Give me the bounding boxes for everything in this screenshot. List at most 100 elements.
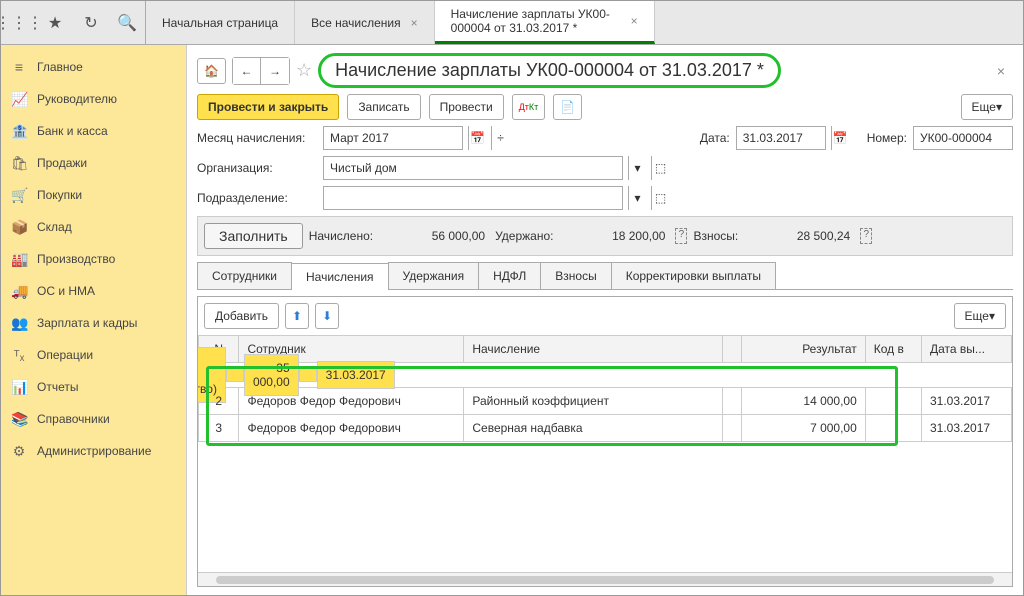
col-date[interactable]: Дата вы... bbox=[922, 336, 1012, 363]
sidebar-label: Продажи bbox=[37, 156, 87, 170]
org-open-icon[interactable]: ⬚ bbox=[651, 156, 669, 180]
org-dropdown-icon[interactable]: ▾ bbox=[628, 156, 646, 180]
cell[interactable] bbox=[299, 368, 317, 382]
home-button[interactable]: 🏠 bbox=[197, 58, 226, 84]
cell[interactable] bbox=[226, 368, 244, 382]
sidebar-item[interactable]: 📊Отчеты bbox=[1, 371, 186, 403]
sidebar-item[interactable]: 📚Справочники bbox=[1, 403, 186, 435]
table-row[interactable]: 1Федоров Федор ФедоровичОплата по окладу… bbox=[198, 363, 216, 387]
tab-label: Начисление зарплаты УК00-000004 от 31.03… bbox=[451, 7, 621, 35]
sidebar-item[interactable]: 📦Склад bbox=[1, 211, 186, 243]
contrib-label: Взносы: bbox=[693, 229, 738, 243]
sidebar-item[interactable]: 🛒Покупки bbox=[1, 179, 186, 211]
sidebar-item[interactable]: ⚙Администрирование bbox=[1, 435, 186, 467]
date-input[interactable]: 31.03.2017 bbox=[736, 126, 826, 150]
number-input[interactable]: УК00-000004 bbox=[913, 126, 1013, 150]
debit-credit-button[interactable]: ДтКт bbox=[512, 94, 546, 120]
org-label: Организация: bbox=[197, 161, 317, 175]
sidebar-item[interactable]: ≡Главное bbox=[1, 51, 186, 83]
cell[interactable] bbox=[722, 388, 741, 415]
history-icon[interactable]: ↻ bbox=[73, 1, 109, 45]
cell[interactable]: 7 000,00 bbox=[742, 415, 866, 442]
post-and-close-button[interactable]: Провести и закрыть bbox=[197, 94, 339, 120]
top-tab[interactable]: Начисление зарплаты УК00-000004 от 31.03… bbox=[435, 1, 655, 44]
help-icon[interactable]: ? bbox=[860, 228, 872, 244]
star-icon[interactable]: ★ bbox=[37, 1, 73, 45]
month-spinner-icon[interactable]: ÷ bbox=[491, 126, 509, 150]
sidebar-item[interactable]: ᵀₓОперации bbox=[1, 339, 186, 371]
sidebar-icon: 🛍 bbox=[11, 155, 27, 172]
date-picker-icon[interactable]: 📅 bbox=[831, 126, 849, 150]
sidebar-item[interactable]: 👥Зарплата и кадры bbox=[1, 307, 186, 339]
favorite-star-icon[interactable]: ☆ bbox=[296, 60, 312, 81]
cell[interactable]: 31.03.2017 bbox=[317, 361, 395, 389]
nav-back-button[interactable]: ← bbox=[233, 58, 261, 84]
data-tab[interactable]: Начисления bbox=[291, 263, 389, 290]
header-row: 🏠 ← → ☆ Начисление зарплаты УК00-000004 … bbox=[197, 53, 1013, 88]
data-tab[interactable]: НДФЛ bbox=[478, 262, 541, 289]
sidebar-item[interactable]: 🏦Банк и касса bbox=[1, 115, 186, 147]
close-document-button[interactable]: × bbox=[989, 59, 1013, 83]
sidebar-item[interactable]: 🏭Производство bbox=[1, 243, 186, 275]
col-accrual[interactable]: Начисление bbox=[464, 336, 723, 363]
move-up-button[interactable]: ⬆ bbox=[285, 303, 309, 329]
dept-dropdown-icon[interactable]: ▾ bbox=[628, 186, 646, 210]
cell[interactable]: Районный коэффициент bbox=[464, 388, 723, 415]
cell[interactable] bbox=[865, 415, 921, 442]
cell[interactable]: 31.03.2017 bbox=[922, 415, 1012, 442]
cell[interactable]: Федоров Федор Федорович bbox=[239, 415, 464, 442]
cell[interactable]: Северная надбавка bbox=[464, 415, 723, 442]
table-wrap: Добавить ⬆ ⬇ Еще ▾ N Сотрудник Начислени… bbox=[197, 296, 1013, 587]
horizontal-scrollbar[interactable] bbox=[198, 572, 1012, 586]
fill-button[interactable]: Заполнить bbox=[204, 223, 303, 249]
data-tab[interactable]: Удержания bbox=[388, 262, 480, 289]
app-window: ⋮⋮⋮ ★ ↻ 🔍 Начальная страница Все начислен… bbox=[0, 0, 1024, 596]
cell[interactable] bbox=[722, 415, 741, 442]
cell[interactable]: 35 000,00 bbox=[244, 354, 299, 396]
form-row-org: Организация: Чистый дом ▾ ⬚ bbox=[197, 156, 1013, 180]
month-input[interactable]: Март 2017 bbox=[323, 126, 463, 150]
col-result[interactable]: Результат bbox=[742, 336, 866, 363]
move-down-button[interactable]: ⬇ bbox=[315, 303, 339, 329]
add-row-button[interactable]: Добавить bbox=[204, 303, 279, 329]
org-input[interactable]: Чистый дом bbox=[323, 156, 623, 180]
search-icon[interactable]: 🔍 bbox=[109, 1, 145, 45]
data-grid[interactable]: N Сотрудник Начисление Результат Код в Д… bbox=[198, 335, 1012, 572]
dept-open-icon[interactable]: ⬚ bbox=[651, 186, 669, 210]
month-picker-icon[interactable]: 📅 bbox=[468, 126, 486, 150]
data-tab[interactable]: Корректировки выплаты bbox=[611, 262, 776, 289]
more-button[interactable]: Еще ▾ bbox=[961, 94, 1013, 120]
table-row[interactable]: 3Федоров Федор ФедоровичСеверная надбавк… bbox=[199, 415, 1012, 442]
table-more-button[interactable]: Еще ▾ bbox=[954, 303, 1006, 329]
sidebar-item[interactable]: 📈Руководителю bbox=[1, 83, 186, 115]
data-tab[interactable]: Взносы bbox=[540, 262, 611, 289]
tab-label: Начальная страница bbox=[162, 16, 278, 30]
tab-close-icon[interactable]: × bbox=[411, 16, 418, 30]
top-tab[interactable]: Все начисления× bbox=[295, 1, 435, 44]
post-button[interactable]: Провести bbox=[429, 94, 504, 120]
data-tabs: СотрудникиНачисленияУдержанияНДФЛВзносыК… bbox=[197, 262, 1013, 290]
cell[interactable]: 3 bbox=[199, 415, 239, 442]
sidebar-item[interactable]: 🛍 Продажи bbox=[1, 147, 186, 179]
dept-input[interactable] bbox=[323, 186, 623, 210]
top-tab[interactable]: Начальная страница bbox=[146, 1, 295, 44]
help-icon[interactable]: ? bbox=[675, 228, 687, 244]
sidebar-label: Операции bbox=[37, 348, 93, 362]
accrued-value: 56 000,00 bbox=[379, 229, 489, 243]
cell[interactable]: 14 000,00 bbox=[742, 388, 866, 415]
cell[interactable]: 31.03.2017 bbox=[922, 388, 1012, 415]
table-row[interactable]: 2Федоров Федор ФедоровичРайонный коэффиц… bbox=[199, 388, 1012, 415]
apps-icon[interactable]: ⋮⋮⋮ bbox=[1, 1, 37, 45]
tab-close-icon[interactable]: × bbox=[631, 14, 638, 28]
data-tab[interactable]: Сотрудники bbox=[197, 262, 292, 289]
col-spacer bbox=[722, 336, 741, 363]
nav-forward-button[interactable]: → bbox=[261, 58, 289, 84]
top-toolbar: ⋮⋮⋮ ★ ↻ 🔍 Начальная страница Все начислен… bbox=[1, 1, 1023, 45]
attach-button[interactable]: 📄 bbox=[553, 94, 582, 120]
col-code[interactable]: Код в bbox=[865, 336, 921, 363]
body: ≡Главное📈Руководителю🏦Банк и касса 🛍 Прода… bbox=[1, 45, 1023, 595]
sidebar-label: Администрирование bbox=[37, 444, 151, 458]
cell[interactable] bbox=[865, 388, 921, 415]
sidebar-item[interactable]: 🚚ОС и НМА bbox=[1, 275, 186, 307]
save-button[interactable]: Записать bbox=[347, 94, 420, 120]
